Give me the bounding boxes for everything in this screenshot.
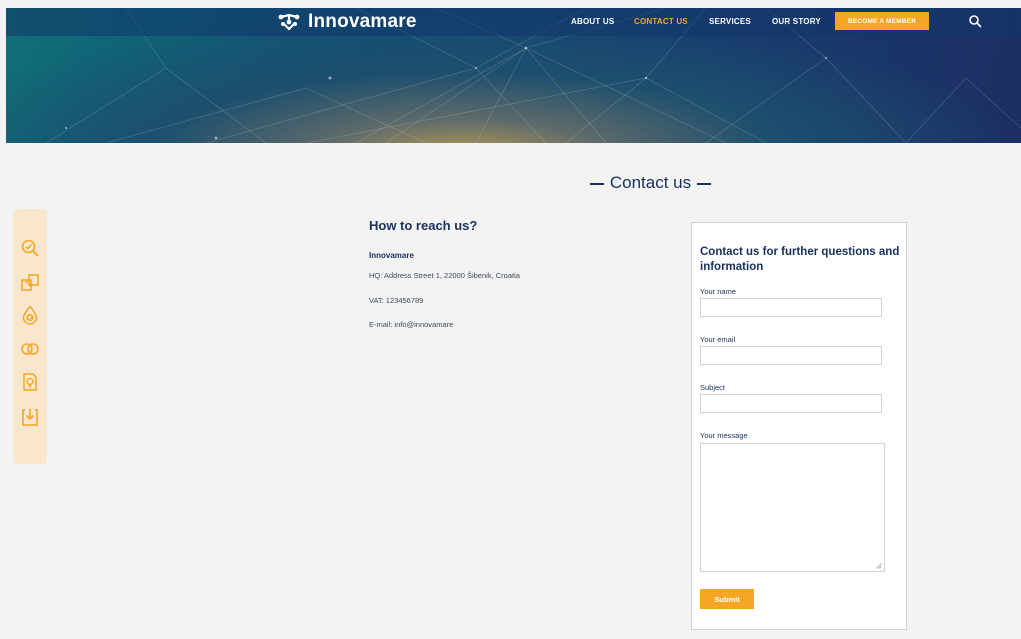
page: Innovamare ABOUT US CONTACT US SERVICES … bbox=[0, 0, 1021, 639]
contact-form-card: Contact us for further questions and inf… bbox=[691, 222, 907, 630]
molecule-logo-icon bbox=[278, 13, 300, 31]
email-input[interactable] bbox=[700, 346, 882, 365]
reach-title: How to reach us? bbox=[369, 218, 478, 233]
brand-name: Innovamare bbox=[308, 11, 417, 32]
name-input[interactable] bbox=[700, 298, 882, 317]
idea-document-icon[interactable] bbox=[20, 372, 40, 392]
search-icon[interactable] bbox=[968, 14, 982, 28]
submit-button[interactable]: Submit bbox=[700, 589, 754, 609]
name-label: Your name bbox=[700, 287, 736, 296]
puzzle-icon[interactable] bbox=[20, 273, 40, 293]
subject-input[interactable] bbox=[700, 394, 882, 413]
top-navbar: Innovamare ABOUT US CONTACT US SERVICES … bbox=[6, 8, 1021, 36]
org-name: Innovamare bbox=[369, 251, 414, 260]
nav-our-story[interactable]: OUR STORY bbox=[772, 17, 821, 26]
message-label: Your message bbox=[700, 431, 748, 440]
become-member-button[interactable]: BECOME A MEMBER bbox=[835, 12, 929, 30]
resize-handle-icon[interactable] bbox=[876, 563, 882, 569]
form-title: Contact us for further questions and inf… bbox=[700, 246, 900, 273]
message-textarea[interactable] bbox=[700, 443, 885, 572]
subject-label: Subject bbox=[700, 383, 726, 392]
address-text: HQ: Address Street 1, 22000 Šibenik, Cro… bbox=[369, 271, 520, 280]
vat-text: VAT: 123456789 bbox=[369, 296, 424, 305]
nav-about-us[interactable]: ABOUT US bbox=[571, 17, 614, 26]
nav-services[interactable]: SERVICES bbox=[709, 17, 751, 26]
download-icon[interactable] bbox=[20, 407, 40, 427]
page-title-text: Contact us bbox=[609, 173, 692, 192]
euro-drop-icon[interactable]: € bbox=[20, 305, 40, 325]
side-toolbar: € bbox=[13, 209, 47, 464]
title-dash-right bbox=[697, 182, 712, 185]
page-title: Contact us bbox=[0, 173, 1021, 193]
email-label: Your email bbox=[700, 335, 736, 344]
email-text: E-mail: info@innovamare bbox=[369, 320, 454, 329]
rings-icon[interactable] bbox=[20, 339, 40, 359]
nav-contact-us[interactable]: CONTACT US bbox=[634, 17, 688, 26]
svg-text:€: € bbox=[27, 316, 32, 322]
title-dash-left bbox=[589, 182, 604, 185]
search-check-icon[interactable] bbox=[20, 238, 40, 258]
hero-banner: Innovamare ABOUT US CONTACT US SERVICES … bbox=[6, 8, 1021, 143]
brand-logo[interactable]: Innovamare bbox=[278, 11, 417, 33]
